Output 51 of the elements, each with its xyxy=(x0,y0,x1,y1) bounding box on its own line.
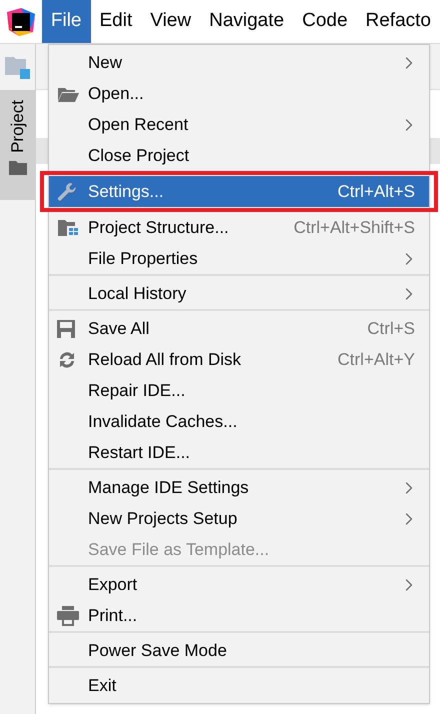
shortcut: Ctrl+S xyxy=(367,318,416,340)
menu-item[interactable]: Exit xyxy=(49,670,429,701)
menu-item-label: Local History xyxy=(88,282,186,305)
menu-item-label: Restart IDE... xyxy=(88,442,190,464)
shortcut: Ctrl+Alt+Y xyxy=(338,348,416,371)
menu-item[interactable]: Reload All from Disk Ctrl+Alt+Y xyxy=(49,344,429,375)
menu-item-label: New Projects Setup xyxy=(88,508,238,530)
menu-item-label: Settings... xyxy=(88,180,164,203)
menu-item-label: Power Save Mode xyxy=(88,640,227,662)
shortcut: Ctrl+Alt+Shift+S xyxy=(294,216,416,239)
menu-item-label: Exit xyxy=(88,674,116,697)
menu-item[interactable]: Manage IDE Settings xyxy=(49,472,429,503)
menu-item-label: Invalidate Caches... xyxy=(88,410,238,433)
menu-bar-item[interactable]: Refacto xyxy=(356,0,440,43)
menu-item-label: Export xyxy=(88,574,138,596)
menu-item-label: Reload All from Disk xyxy=(88,348,242,371)
menu-item[interactable]: Invalidate Caches... xyxy=(49,406,429,437)
menu-bar-item[interactable]: Edit xyxy=(90,0,142,43)
menu-item-label: Close Project xyxy=(88,144,190,167)
menu-item-label: Save All xyxy=(88,318,150,340)
menu-item-label: Open Recent xyxy=(88,114,188,136)
menu-item-label: Manage IDE Settings xyxy=(88,476,249,499)
menu-item-label: Save File as Template... xyxy=(88,538,270,561)
menu-item[interactable]: Close Project xyxy=(49,140,429,171)
side-tab-label: Project xyxy=(6,100,28,153)
menu-bar-item[interactable]: File xyxy=(42,0,90,43)
menu-bar-item[interactable]: Navigate xyxy=(200,0,294,43)
menu-item[interactable]: Print... xyxy=(49,600,429,631)
menu-item[interactable]: New Projects Setup xyxy=(49,503,429,534)
menu-item-label: File Properties xyxy=(88,248,198,270)
menu-item-label: New xyxy=(88,52,122,74)
menu-item-label: Print... xyxy=(88,604,138,627)
menu-bar-item[interactable]: Code xyxy=(293,0,357,43)
menu-item[interactable]: File Properties xyxy=(49,243,429,274)
menu-item[interactable]: New xyxy=(49,47,429,78)
menu-item[interactable]: Project Structure... Ctrl+Alt+Shift+S xyxy=(49,212,429,243)
side-tab[interactable]: Project xyxy=(0,90,35,200)
menu-bar-item[interactable]: View xyxy=(141,0,200,43)
menu-item-label: Project Structure... xyxy=(88,216,229,239)
menu-item[interactable]: Local History xyxy=(49,278,429,309)
menu-item-label: Open... xyxy=(88,82,144,105)
menu-item[interactable]: Open Recent xyxy=(49,109,429,140)
menu-item[interactable]: Settings... Ctrl+Alt+S xyxy=(49,176,429,207)
menu-item-label: Repair IDE... xyxy=(88,380,186,402)
menu-item[interactable]: Power Save Mode xyxy=(49,635,429,666)
menu-item[interactable]: Repair IDE... xyxy=(49,375,429,406)
menu-item[interactable]: Save All Ctrl+S xyxy=(49,313,429,344)
menu-item[interactable]: Export xyxy=(49,569,429,600)
menu-item[interactable]: Open... xyxy=(49,78,429,109)
menu-item[interactable]: Restart IDE... xyxy=(49,437,429,468)
shortcut: Ctrl+Alt+S xyxy=(338,180,416,203)
